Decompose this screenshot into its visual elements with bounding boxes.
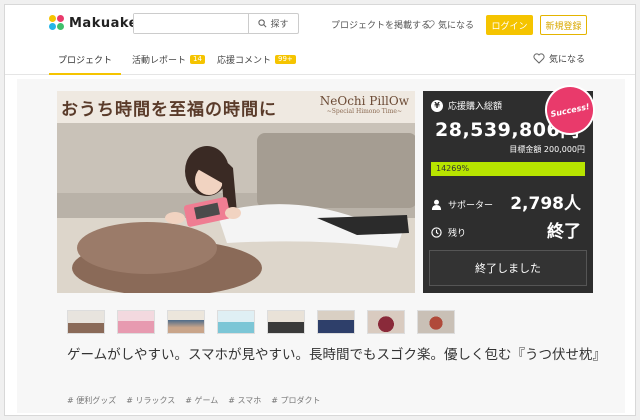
- thumbnail[interactable]: [167, 310, 205, 334]
- login-button[interactable]: ログイン: [486, 15, 533, 35]
- logo-mark-icon: [49, 15, 65, 31]
- hero-brand: NeOchi PillOw ~Special Himono Time~: [320, 94, 409, 115]
- thumbnail[interactable]: [417, 310, 455, 334]
- supporters-label-row: サポーター: [431, 198, 493, 211]
- project-tabs: プロジェクト 活動レポート 14 応援コメント 99+ 気になる: [5, 43, 635, 75]
- tab-report[interactable]: 活動レポート 14: [132, 53, 205, 66]
- thumbnail[interactable]: [117, 310, 155, 334]
- thumbnail[interactable]: [67, 310, 105, 334]
- heart-icon: [533, 53, 545, 64]
- search-button-label: 探す: [270, 20, 289, 30]
- remaining-label: 残り: [448, 229, 467, 239]
- ended-button[interactable]: 終了しました: [429, 250, 587, 286]
- hero-title: おうち時間を至福の時間に: [61, 100, 277, 120]
- tab-report-label: 活動レポート: [132, 56, 187, 66]
- tab-project[interactable]: プロジェクト: [58, 53, 112, 66]
- post-project-link[interactable]: プロジェクトを掲載する: [331, 18, 430, 31]
- post-project-label: プロジェクトを掲載する: [331, 21, 431, 31]
- tag-link[interactable]: # スマホ: [228, 395, 261, 406]
- tag-link[interactable]: # プロダクト: [271, 395, 320, 406]
- remaining-value: 終了: [547, 222, 581, 242]
- heart-icon: [425, 20, 435, 29]
- hero-brand-sub: ~Special Himono Time~: [326, 108, 402, 115]
- header-favorites-link[interactable]: 気になる: [425, 18, 474, 31]
- hero-image[interactable]: おうち時間を至福の時間に NeOchi PillOw ~Special Himo…: [57, 91, 415, 293]
- goal-amount: 目標金額 200,000円: [509, 145, 585, 154]
- progress-percent: 14269%: [436, 164, 470, 173]
- clock-icon: [431, 227, 442, 238]
- favorite-label: 気になる: [548, 55, 585, 65]
- tab-comments-label: 応援コメント: [217, 56, 272, 66]
- hero-brand-name: NeOchi PillOw: [319, 94, 409, 108]
- person-icon: [431, 199, 442, 210]
- logo-text: Makuake: [69, 15, 138, 31]
- thumbnail[interactable]: [217, 310, 255, 334]
- signup-button[interactable]: 新規登録: [540, 15, 587, 35]
- search-button[interactable]: 探す: [248, 14, 298, 33]
- report-count-badge: 14: [190, 55, 205, 64]
- supporters-value: 2,798人: [510, 194, 581, 214]
- tag-list: # 便利グッズ # リラックス # ゲーム # スマホ # プロダクト: [67, 395, 321, 406]
- thumbnail[interactable]: [267, 310, 305, 334]
- thumbnail[interactable]: [367, 310, 405, 334]
- tag-link[interactable]: # ゲーム: [185, 395, 218, 406]
- search-icon: [258, 19, 267, 28]
- amount-label-row: ¥ 応援購入総額: [431, 99, 502, 112]
- tab-comments[interactable]: 応援コメント 99+: [217, 53, 296, 66]
- project-headline: ゲームがしやすい。スマホが見やすい。長時間でもスゴク楽。優しく包む『うつ伏せ枕』: [67, 347, 607, 363]
- active-tab-indicator: [49, 73, 121, 75]
- header-favorites-label: 気になる: [438, 21, 475, 31]
- makuake-logo[interactable]: Makuake: [49, 15, 138, 31]
- favorite-button[interactable]: 気になる: [533, 52, 585, 65]
- amount-label: 応援購入総額: [448, 102, 503, 112]
- tag-link[interactable]: # 便利グッズ: [67, 395, 116, 406]
- yen-coin-icon: ¥: [431, 99, 443, 112]
- comments-count-badge: 99+: [275, 55, 296, 64]
- remaining-label-row: 残り: [431, 226, 466, 239]
- thumbnail-strip: [67, 310, 455, 334]
- hero-photo: [57, 123, 415, 293]
- funding-progress-bar: 14269%: [431, 162, 585, 176]
- tab-project-label: プロジェクト: [58, 56, 113, 66]
- page-frame: Makuake 探す プロジェクトを掲載する 気になる ログイン 新規登録 プロ…: [4, 4, 636, 416]
- site-header: Makuake 探す プロジェクトを掲載する 気になる ログイン 新規登録: [5, 5, 635, 43]
- tag-link[interactable]: # リラックス: [126, 395, 175, 406]
- supporters-label: サポーター: [448, 201, 494, 211]
- thumbnail[interactable]: [317, 310, 355, 334]
- search-input[interactable]: [134, 14, 248, 33]
- search-box: 探す: [133, 13, 299, 34]
